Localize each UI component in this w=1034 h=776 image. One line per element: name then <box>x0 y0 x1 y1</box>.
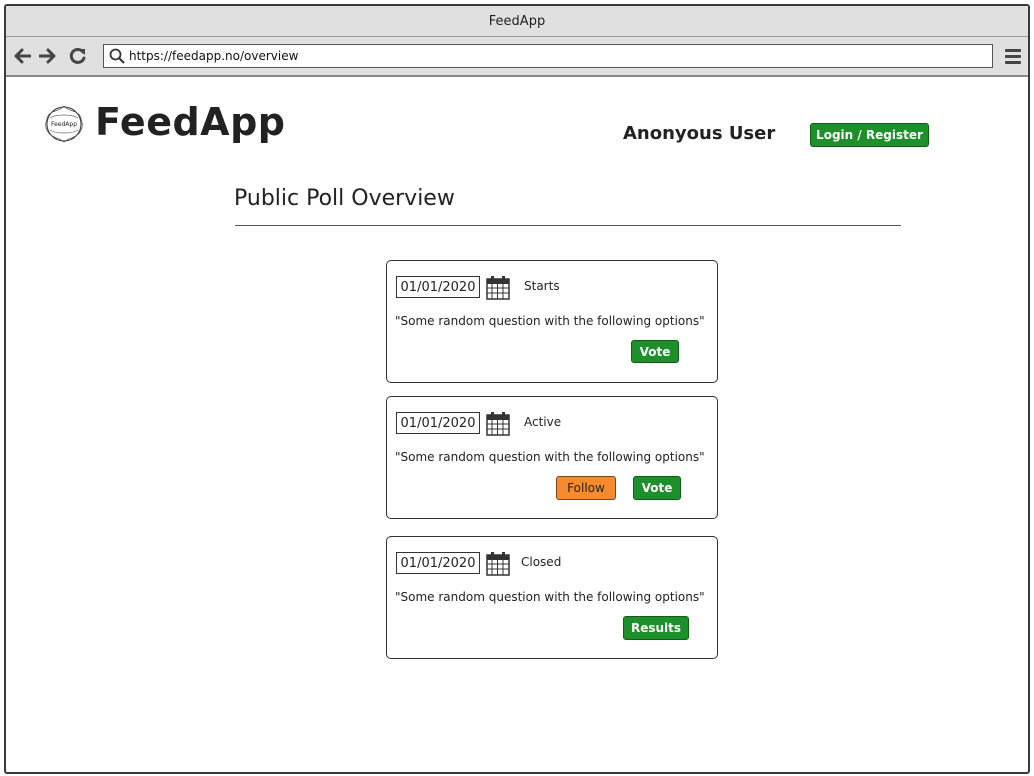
search-icon <box>109 48 125 64</box>
vote-button[interactable]: Vote <box>631 340 679 363</box>
poll-status: Active <box>524 415 562 429</box>
poll-card: 01/01/2020 Closed "Some random question … <box>386 536 718 659</box>
calendar-icon[interactable] <box>486 411 510 436</box>
url-text: https://feedapp.no/overview <box>129 49 299 63</box>
poll-question: "Some random question with the following… <box>395 590 705 604</box>
browser-toolbar: https://feedapp.no/overview <box>6 37 1028 77</box>
title-bar: FeedApp <box>6 6 1028 37</box>
date-field[interactable]: 01/01/2020 <box>396 276 480 298</box>
logo-text: FeedApp <box>51 121 77 128</box>
poll-question: "Some random question with the following… <box>395 450 705 464</box>
menu-icon[interactable] <box>1004 47 1022 65</box>
title-divider <box>235 225 901 226</box>
back-arrow-icon[interactable] <box>12 46 32 66</box>
poll-question: "Some random question with the following… <box>395 314 705 328</box>
logo: FeedApp <box>42 104 86 144</box>
poll-status: Closed <box>521 555 562 569</box>
poll-card: 01/01/2020 Active "Some random question … <box>386 396 718 519</box>
poll-card: 01/01/2020 Starts "Some random question … <box>386 260 718 383</box>
page-title: Public Poll Overview <box>234 186 455 211</box>
reload-icon[interactable] <box>68 46 88 66</box>
poll-status: Starts <box>524 279 560 293</box>
date-field[interactable]: 01/01/2020 <box>396 412 480 434</box>
calendar-icon[interactable] <box>486 551 510 576</box>
brand-name: FeedApp <box>95 100 286 144</box>
date-field[interactable]: 01/01/2020 <box>396 552 480 574</box>
follow-button[interactable]: Follow <box>556 476 616 500</box>
calendar-icon[interactable] <box>486 275 510 300</box>
window-title: FeedApp <box>488 13 546 29</box>
login-register-button[interactable]: Login / Register <box>810 123 929 147</box>
address-bar[interactable]: https://feedapp.no/overview <box>103 44 993 68</box>
vote-button[interactable]: Vote <box>633 476 681 500</box>
forward-arrow-icon[interactable] <box>38 46 58 66</box>
user-name: Anonyous User <box>623 123 776 144</box>
results-button[interactable]: Results <box>623 616 689 640</box>
